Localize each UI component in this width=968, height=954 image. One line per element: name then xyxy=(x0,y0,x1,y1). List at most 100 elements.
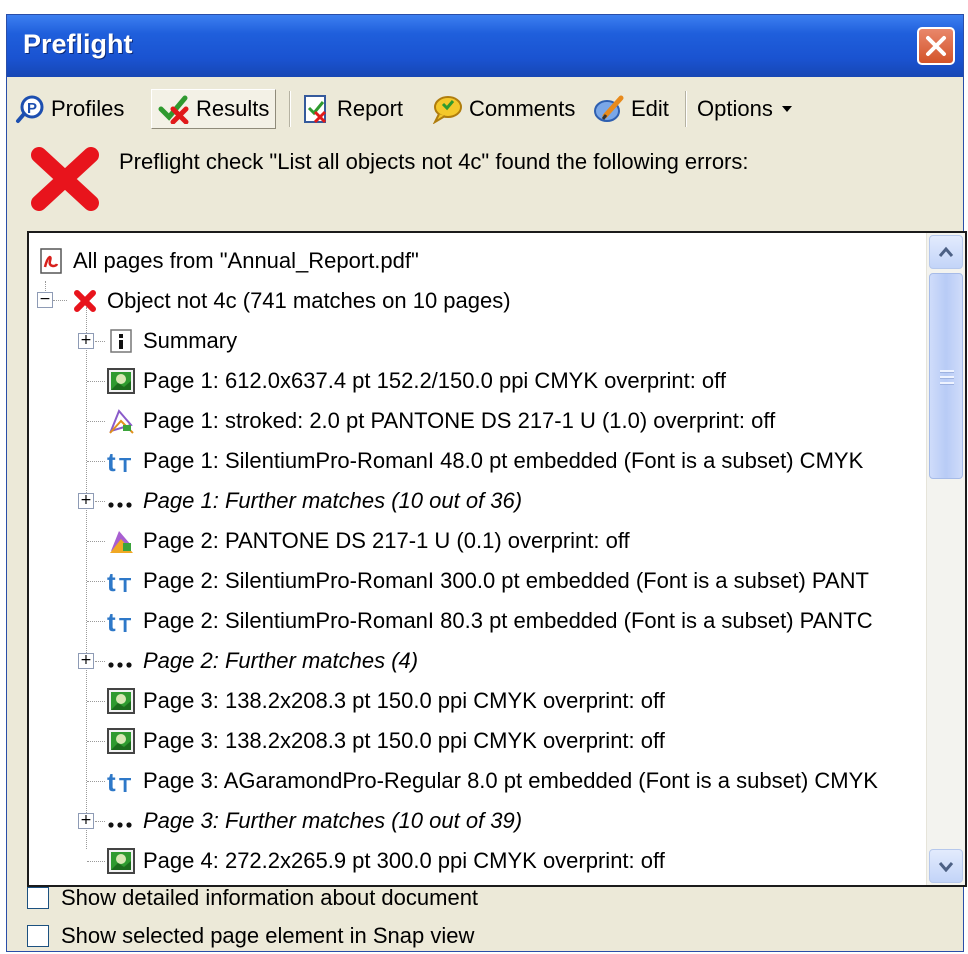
pdf-file-icon xyxy=(35,245,67,277)
tree-connector xyxy=(53,300,67,301)
toolbar-separator xyxy=(289,91,291,127)
svg-text:P: P xyxy=(27,100,37,117)
collapse-toggle[interactable]: − xyxy=(37,292,53,308)
vertical-scrollbar[interactable] xyxy=(926,233,965,885)
tab-edit[interactable]: Edit xyxy=(593,89,669,129)
tree-item[interactable]: t T Page 3: AGaramondPro-Regular 8.0 pt em… xyxy=(105,761,878,801)
thumb-grip xyxy=(940,376,954,379)
close-button[interactable] xyxy=(917,27,955,65)
scroll-down-button[interactable] xyxy=(929,849,963,883)
tab-comments-label: Comments xyxy=(469,96,576,121)
tree-item[interactable]: t T Page 2: SilentiumPro-RomanI 80.3 pt em… xyxy=(105,601,873,641)
tree-connector xyxy=(86,307,87,849)
tree-item[interactable]: Page 3: 138.2x208.3 pt 150.0 ppi CMYK ov… xyxy=(105,681,665,721)
tree-item-label: Summary xyxy=(143,328,238,353)
tree-connector xyxy=(95,501,105,502)
show-detailed-info-checkbox[interactable]: Show detailed information about document xyxy=(27,885,478,911)
vector-fill-icon xyxy=(105,525,137,557)
tree-item-label: Page 3: Further matches (10 out of 39) xyxy=(143,808,523,833)
tree-item[interactable]: Page 3: 138.2x208.3 pt 150.0 ppi CMYK ov… xyxy=(105,721,665,761)
title-bar[interactable]: Preflight xyxy=(7,15,963,77)
thumb-grip xyxy=(940,370,954,373)
tree-item-label: Page 3: 138.2x208.3 pt 150.0 ppi CMYK ov… xyxy=(143,688,665,713)
profiles-icon: P xyxy=(16,95,44,123)
tree-connector xyxy=(87,741,105,742)
checkbox-box[interactable] xyxy=(27,887,49,909)
tree-connector xyxy=(87,541,105,542)
tree-group-label: Object not 4c (741 matches on 10 pages) xyxy=(107,288,511,313)
edit-icon xyxy=(594,95,624,122)
tree-connector xyxy=(87,701,105,702)
tree-content: All pages from "Annual_Report.pdf" − Obj… xyxy=(29,233,927,885)
tree-connector xyxy=(95,341,105,342)
svg-text:T: T xyxy=(119,575,131,595)
window-title: Preflight xyxy=(23,29,133,59)
svg-text:T: T xyxy=(119,775,131,795)
tree-connector xyxy=(87,421,105,422)
tree-item[interactable]: t T Page 1: SilentiumPro-RomanI 48.0 pt em… xyxy=(105,441,863,481)
tree-connector xyxy=(87,621,105,622)
tree-item-label: Page 4: 272.2x265.9 pt 300.0 ppi CMYK ov… xyxy=(143,848,665,873)
tab-results-label: Results xyxy=(196,96,270,121)
preflight-dialog: Preflight P Profiles Results Report Comm… xyxy=(6,14,967,952)
tree-item[interactable]: Page 4: 272.2x265.9 pt 300.0 ppi CMYK ov… xyxy=(105,841,665,881)
toolbar-separator xyxy=(685,91,687,127)
options-menu[interactable]: Options xyxy=(697,89,795,129)
tree-connector xyxy=(87,581,105,582)
image-icon xyxy=(105,685,137,717)
results-icon xyxy=(158,95,189,124)
tree-connector xyxy=(95,661,105,662)
tab-report-label: Report xyxy=(337,96,404,121)
ellipsis-icon xyxy=(105,485,137,517)
checkbox-label: Show detailed information about document xyxy=(61,885,479,910)
vector-stroke-icon xyxy=(105,405,137,437)
further-matches-item[interactable]: Page 1: Further matches (10 out of 36) xyxy=(105,481,522,521)
tree-connector xyxy=(45,281,46,291)
text-icon: tT xyxy=(105,765,137,797)
expand-toggle[interactable]: + xyxy=(78,493,94,509)
show-in-snap-view-checkbox[interactable]: Show selected page element in Snap view xyxy=(27,923,474,949)
tree-item-label: Page 2: PANTONE DS 217-1 U (0.1) overpri… xyxy=(143,528,630,553)
results-tree[interactable]: All pages from "Annual_Report.pdf" − Obj… xyxy=(27,231,967,887)
tree-item[interactable]: t T Page 2: SilentiumPro-RomanI 300.0 pt e… xyxy=(105,561,869,601)
tree-item-label: Page 1: SilentiumPro-RomanI 48.0 pt embe… xyxy=(143,448,864,473)
tree-item-label: Page 1: stroked: 2.0 pt PANTONE DS 217-1… xyxy=(143,408,776,433)
tree-item[interactable]: Page 1: stroked: 2.0 pt PANTONE DS 217-1… xyxy=(105,401,775,441)
tree-item-label: Page 1: 612.0x637.4 pt 152.2/150.0 ppi C… xyxy=(143,368,726,393)
text-icon: tT xyxy=(105,445,137,477)
tree-group[interactable]: Object not 4c (741 matches on 10 pages) xyxy=(69,281,511,321)
chevron-down-icon xyxy=(938,862,954,872)
svg-text:T: T xyxy=(119,455,131,475)
checkbox-box[interactable] xyxy=(27,925,49,947)
tab-profiles[interactable]: P Profiles xyxy=(15,89,124,129)
expand-toggle[interactable]: + xyxy=(78,653,94,669)
tree-root-label: All pages from "Annual_Report.pdf" xyxy=(73,248,419,273)
image-icon xyxy=(105,725,137,757)
scroll-thumb[interactable] xyxy=(929,273,963,479)
tree-connector xyxy=(87,461,105,462)
tree-item[interactable]: Page 2: PANTONE DS 217-1 U (0.1) overpri… xyxy=(105,521,630,561)
expand-toggle[interactable]: + xyxy=(78,333,94,349)
tree-connector xyxy=(87,381,105,382)
thumb-grip xyxy=(940,382,954,385)
close-icon xyxy=(926,36,946,56)
tree-root[interactable]: All pages from "Annual_Report.pdf" xyxy=(35,241,419,281)
tree-item-label: Page 1: Further matches (10 out of 36) xyxy=(143,488,523,513)
scroll-up-button[interactable] xyxy=(929,235,963,269)
further-matches-item[interactable]: Page 2: Further matches (4) xyxy=(105,641,418,681)
expand-toggle[interactable]: + xyxy=(78,813,94,829)
image-icon xyxy=(105,365,137,397)
tree-item[interactable]: Summary xyxy=(105,321,237,361)
tree-item-label: Page 2: SilentiumPro-RomanI 80.3 pt embe… xyxy=(143,608,873,633)
tab-comments[interactable]: Comments xyxy=(431,89,575,129)
tree-connector xyxy=(87,861,105,862)
tree-item-label: Page 2: SilentiumPro-RomanI 300.0 pt emb… xyxy=(143,568,869,593)
further-matches-item[interactable]: Page 3: Further matches (10 out of 39) xyxy=(105,801,522,841)
tab-results[interactable]: Results xyxy=(151,89,277,129)
svg-text:t: t xyxy=(107,607,116,635)
error-icon xyxy=(31,147,99,211)
tab-report[interactable]: Report xyxy=(301,89,403,129)
error-small-icon xyxy=(69,285,101,317)
tab-edit-label: Edit xyxy=(631,96,669,121)
tree-item[interactable]: Page 1: 612.0x637.4 pt 152.2/150.0 ppi C… xyxy=(105,361,726,401)
